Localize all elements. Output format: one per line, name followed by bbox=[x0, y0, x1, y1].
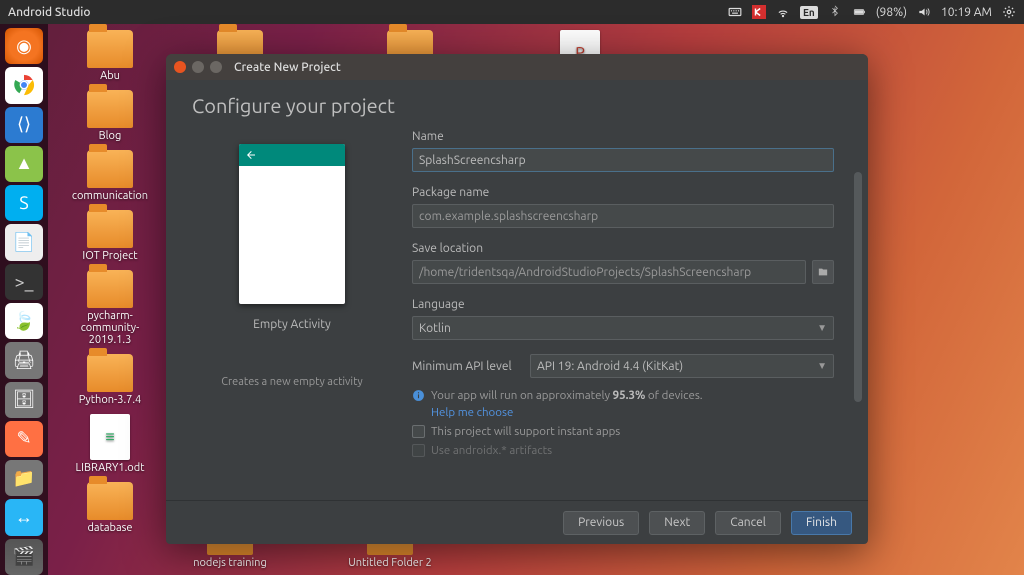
kaspersky-icon[interactable] bbox=[752, 5, 766, 19]
language-select[interactable]: Kotlin ▼ bbox=[412, 316, 834, 340]
bluetooth-icon[interactable] bbox=[828, 5, 842, 19]
save-location-label: Save location bbox=[412, 242, 834, 255]
active-app-title: Android Studio bbox=[8, 6, 91, 19]
instant-apps-label: This project will support instant apps bbox=[431, 425, 620, 438]
info-icon bbox=[412, 389, 425, 402]
launcher-editor-icon[interactable]: ✎ bbox=[5, 421, 43, 457]
chevron-down-icon: ▼ bbox=[817, 360, 827, 372]
package-label: Package name bbox=[412, 186, 834, 199]
language-label: Language bbox=[412, 298, 834, 311]
package-name-input[interactable] bbox=[412, 204, 834, 228]
dialog-footer: Previous Next Cancel Finish bbox=[166, 500, 868, 544]
launcher-media-icon[interactable]: 🎬 bbox=[5, 539, 43, 575]
dialog-titlebar[interactable]: Create New Project bbox=[166, 54, 868, 80]
dialog-scrollbar[interactable] bbox=[854, 172, 862, 502]
top-panel: Android Studio En (98%) 10:19 AM bbox=[0, 0, 1024, 24]
launcher-vscode-icon[interactable]: ⟨⟩ bbox=[5, 107, 43, 143]
dialog-heading: Configure your project bbox=[192, 94, 395, 117]
window-close-button[interactable] bbox=[174, 61, 186, 73]
language-indicator[interactable]: En bbox=[800, 6, 818, 19]
launcher-skype-icon[interactable]: S bbox=[5, 185, 43, 221]
clock[interactable]: 10:19 AM bbox=[941, 6, 992, 19]
cancel-button[interactable]: Cancel bbox=[715, 511, 781, 535]
launcher-archive-icon[interactable]: 🗄 bbox=[5, 382, 43, 418]
create-project-dialog: Create New Project Configure your projec… bbox=[166, 54, 868, 544]
min-api-select[interactable]: API 19: Android 4.4 (KitKat) ▼ bbox=[530, 354, 834, 378]
browse-folder-button[interactable] bbox=[812, 260, 834, 284]
desktop-folder[interactable]: communication bbox=[60, 150, 160, 202]
template-name: Empty Activity bbox=[253, 318, 331, 331]
project-form: Name Package name Save location Language bbox=[412, 98, 842, 500]
launcher-androidstudio-icon[interactable]: ▲ bbox=[5, 146, 43, 182]
window-minimize-button[interactable] bbox=[192, 61, 204, 73]
help-me-choose-link[interactable]: Help me choose bbox=[431, 406, 834, 419]
api-info: Your app will run on approximately 95.3%… bbox=[412, 388, 834, 404]
wifi-icon[interactable] bbox=[776, 5, 790, 19]
finish-button[interactable]: Finish bbox=[791, 511, 852, 535]
launcher-ubuntu-icon[interactable]: ◉ bbox=[5, 28, 43, 64]
launcher-chrome-icon[interactable] bbox=[5, 67, 43, 103]
template-preview-column: Empty Activity Creates a new empty activ… bbox=[192, 98, 392, 500]
launcher-libreoffice-icon[interactable]: 📄 bbox=[5, 224, 43, 260]
desktop: Android Studio En (98%) 10:19 AM ◉ ⟨⟩ ▲ … bbox=[0, 0, 1024, 575]
back-arrow-icon bbox=[245, 149, 257, 161]
desktop-folder[interactable]: Blog bbox=[60, 90, 160, 142]
previous-button[interactable]: Previous bbox=[563, 511, 639, 535]
launcher-mongodb-icon[interactable]: 🍃 bbox=[5, 303, 43, 339]
launcher-printer-icon[interactable]: 🖨 bbox=[5, 342, 43, 378]
launcher: ◉ ⟨⟩ ▲ S 📄 >_ 🍃 🖨 🗄 ✎ 📁 ↔ 🎬 bbox=[0, 24, 48, 575]
desktop-file[interactable]: ≡LIBRARY1.odt bbox=[60, 414, 160, 474]
battery-pct: (98%) bbox=[876, 6, 907, 19]
window-maximize-button[interactable] bbox=[210, 61, 222, 73]
gear-icon[interactable] bbox=[1002, 5, 1016, 19]
launcher-teamviewer-icon[interactable]: ↔ bbox=[5, 499, 43, 535]
instant-apps-checkbox[interactable] bbox=[412, 425, 425, 438]
battery-icon[interactable] bbox=[852, 5, 866, 19]
min-api-label: Minimum API level bbox=[412, 360, 520, 373]
template-description: Creates a new empty activity bbox=[221, 375, 362, 390]
save-location-input[interactable] bbox=[412, 260, 806, 284]
androidx-label: Use androidx.* artifacts bbox=[431, 444, 552, 457]
launcher-files-icon[interactable]: 📁 bbox=[5, 460, 43, 496]
androidx-checkbox[interactable] bbox=[412, 444, 425, 457]
volume-icon[interactable] bbox=[917, 5, 931, 19]
desktop-folder[interactable]: IOT Project bbox=[60, 210, 160, 262]
desktop-folder[interactable]: Abu bbox=[60, 30, 160, 82]
dialog-title: Create New Project bbox=[234, 61, 341, 74]
desktop-folder[interactable]: pycharm-community-2019.1.3 bbox=[60, 270, 160, 346]
chevron-down-icon: ▼ bbox=[817, 322, 827, 334]
name-label: Name bbox=[412, 130, 834, 143]
desktop-folder[interactable]: Python-3.7.4 bbox=[60, 354, 160, 406]
keyboard-indicator-icon[interactable] bbox=[728, 5, 742, 19]
template-preview bbox=[239, 144, 345, 304]
folder-icon bbox=[817, 267, 829, 277]
desktop-folder[interactable]: database bbox=[60, 482, 160, 534]
next-button[interactable]: Next bbox=[649, 511, 705, 535]
project-name-input[interactable] bbox=[412, 148, 834, 172]
launcher-terminal-icon[interactable]: >_ bbox=[5, 264, 43, 300]
desktop-icons-column: Abu Blog communication IOT Project pycha… bbox=[60, 30, 160, 534]
